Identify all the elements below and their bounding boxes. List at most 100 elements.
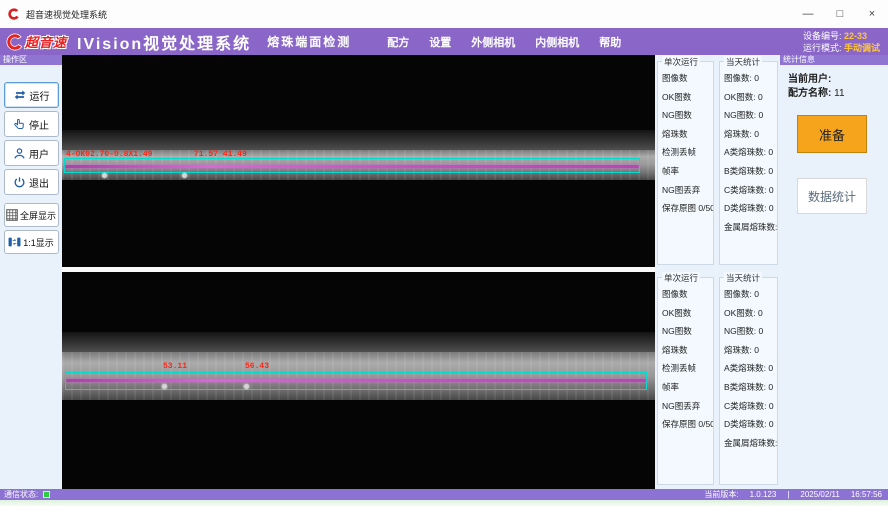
one-to-one-button[interactable]: 1:1显示 bbox=[4, 230, 59, 254]
stat-value: B类熔珠数: 0 bbox=[724, 381, 777, 400]
menu-outer-camera[interactable]: 外侧相机 bbox=[471, 34, 515, 50]
version-info: 当前版本: 1.0.123 | 2025/02/11 16:57:56 bbox=[704, 489, 882, 500]
menu-recipe[interactable]: 配方 bbox=[387, 34, 409, 50]
stat-label: 图像数 bbox=[662, 288, 713, 307]
prepare-button[interactable]: 准备 bbox=[797, 115, 867, 153]
fullscreen-grid-icon bbox=[6, 209, 18, 221]
measurement-annotation: 56.43 bbox=[245, 362, 269, 371]
camera-view-area: 4-OK02.70-0.8X1.49 71.57 41.49 53.11 56.… bbox=[62, 55, 655, 489]
stat-value: 图像数: 0 bbox=[724, 288, 777, 307]
stat-value: D类熔珠数: 0 bbox=[724, 202, 777, 221]
today-stats-group-bottom: 当天统计 图像数: 0 OK图数: 0 NG图数: 0 熔珠数: 0 A类熔珠数… bbox=[719, 277, 778, 485]
measurement-annotation: 71.57 41.49 bbox=[194, 150, 247, 159]
status-time: 16:57:56 bbox=[851, 490, 882, 499]
one-to-one-button-label: 1:1显示 bbox=[23, 236, 54, 249]
menu-bar: 配方 设置 外侧相机 内侧相机 帮助 bbox=[387, 34, 621, 50]
fastener-dot bbox=[102, 173, 107, 178]
weld-bead bbox=[66, 379, 646, 382]
stat-value: C类熔珠数: 0 bbox=[724, 400, 777, 419]
stat-label: NG图丢弃 bbox=[662, 184, 713, 203]
run-mode-label: 运行模式: bbox=[803, 43, 842, 53]
stat-label: 检测丢帧 bbox=[662, 146, 713, 165]
stat-value: 金属屑熔珠数: 0 bbox=[724, 437, 777, 456]
run-mode-value: 手动调试 bbox=[844, 43, 880, 53]
user-icon bbox=[13, 147, 26, 160]
version-label: 当前版本: bbox=[704, 489, 738, 500]
brand-logo: 超音速 bbox=[5, 32, 67, 52]
group-title: 当天统计 bbox=[724, 56, 762, 68]
group-title: 当天统计 bbox=[724, 272, 762, 284]
window-controls: — □ × bbox=[792, 0, 888, 28]
stat-label: NG图丢弃 bbox=[662, 400, 713, 419]
menu-help[interactable]: 帮助 bbox=[599, 34, 621, 50]
operation-sidebar: 操作区 运行 停止 用户 bbox=[0, 55, 62, 489]
camera-backdrop bbox=[62, 332, 655, 352]
stop-hand-icon bbox=[13, 118, 26, 131]
outer-camera-view[interactable]: 4-OK02.70-0.8X1.49 71.57 41.49 bbox=[62, 55, 655, 267]
fastener-dot bbox=[162, 384, 167, 389]
camera-backdrop bbox=[62, 130, 655, 150]
maximize-button[interactable]: □ bbox=[824, 0, 856, 28]
stat-label: NG图数 bbox=[662, 109, 713, 128]
recipe-name-value: 11 bbox=[834, 88, 844, 99]
brand-name: 超音速 bbox=[25, 32, 67, 51]
stat-value: A类熔珠数: 0 bbox=[724, 146, 777, 165]
statistics-columns: 单次运行 图像数 OK图数 NG图数 熔珠数 检测丢帧 帧率 NG图丢弃 保存原… bbox=[655, 55, 780, 489]
app-window: 超音速视觉处理系统 — □ × 超音速 IVision视觉处理系统 熔珠端面检测… bbox=[0, 0, 888, 522]
comm-status-indicator bbox=[43, 491, 50, 498]
stat-value: NG图数: 0 bbox=[724, 325, 777, 344]
measurement-annotation: 53.11 bbox=[163, 362, 187, 371]
menu-inner-camera[interactable]: 内侧相机 bbox=[535, 34, 579, 50]
power-icon bbox=[13, 176, 26, 189]
app-logo-icon bbox=[7, 7, 21, 21]
stop-button[interactable]: 停止 bbox=[4, 111, 59, 137]
weld-bead bbox=[65, 165, 639, 168]
close-button[interactable]: × bbox=[856, 0, 888, 28]
data-statistics-button[interactable]: 数据统计 bbox=[797, 178, 867, 214]
minimize-button[interactable]: — bbox=[792, 0, 824, 28]
stat-label: NG图数 bbox=[662, 325, 713, 344]
user-button-label: 用户 bbox=[29, 146, 49, 161]
stat-value: 熔珠数: 0 bbox=[724, 344, 777, 363]
inner-camera-view[interactable]: 53.11 56.43 bbox=[62, 272, 655, 489]
run-button-label: 运行 bbox=[30, 88, 50, 103]
group-title: 单次运行 bbox=[662, 56, 700, 68]
measurement-annotation: 4-OK02.70-0.8X1.49 bbox=[66, 150, 152, 159]
stat-label: 熔珠数 bbox=[662, 344, 713, 363]
today-stats-group-top: 当天统计 图像数: 0 OK图数: 0 NG图数: 0 熔珠数: 0 A类熔珠数… bbox=[719, 61, 778, 265]
window-title: 超音速视觉处理系统 bbox=[26, 8, 107, 21]
stat-value: D类熔珠数: 0 bbox=[724, 418, 777, 437]
stop-button-label: 停止 bbox=[29, 117, 49, 132]
stat-value: 图像数: 0 bbox=[724, 72, 777, 91]
fastener-dot bbox=[182, 173, 187, 178]
status-date: 2025/02/11 bbox=[800, 490, 839, 499]
device-info: 设备编号: 22-33 运行模式: 手动调试 bbox=[803, 30, 880, 54]
stat-value: A类熔珠数: 0 bbox=[724, 362, 777, 381]
stat-value: OK图数: 0 bbox=[724, 307, 777, 326]
separator: | bbox=[787, 490, 789, 499]
current-user-label: 当前用户: bbox=[788, 74, 831, 85]
fullscreen-button-label: 全屏显示 bbox=[20, 209, 56, 222]
recipe-name-label: 配方名称: bbox=[788, 88, 831, 99]
menu-settings[interactable]: 设置 bbox=[429, 34, 451, 50]
fullscreen-button[interactable]: 全屏显示 bbox=[4, 203, 59, 227]
device-number-label: 设备编号: bbox=[803, 31, 842, 41]
user-button[interactable]: 用户 bbox=[4, 140, 59, 166]
stat-value: C类熔珠数: 0 bbox=[724, 184, 777, 203]
app-header: 超音速 IVision视觉处理系统 熔珠端面检测 配方 设置 外侧相机 内侧相机… bbox=[0, 28, 888, 55]
fastener-dot bbox=[244, 384, 249, 389]
version-value: 1.0.123 bbox=[750, 490, 777, 499]
exit-button[interactable]: 退出 bbox=[4, 169, 59, 195]
single-run-group-top: 单次运行 图像数 OK图数 NG图数 熔珠数 检测丢帧 帧率 NG图丢弃 保存原… bbox=[657, 61, 714, 265]
app-subtitle: 熔珠端面检测 bbox=[267, 33, 351, 50]
one-to-one-icon bbox=[8, 236, 21, 248]
stat-label: 图像数 bbox=[662, 72, 713, 91]
run-button[interactable]: 运行 bbox=[4, 82, 59, 108]
statistics-info-panel: 统计信息 当前用户: 配方名称: 11 准备 数据统计 bbox=[780, 55, 888, 489]
stat-label: 检测丢帧 bbox=[662, 362, 713, 381]
sidebar-title: 操作区 bbox=[0, 55, 62, 65]
stat-label: OK图数 bbox=[662, 91, 713, 110]
comm-status-label: 通信状态: bbox=[4, 489, 38, 500]
app-title: IVision视觉处理系统 bbox=[77, 30, 251, 54]
brand-swirl-icon bbox=[5, 32, 25, 52]
